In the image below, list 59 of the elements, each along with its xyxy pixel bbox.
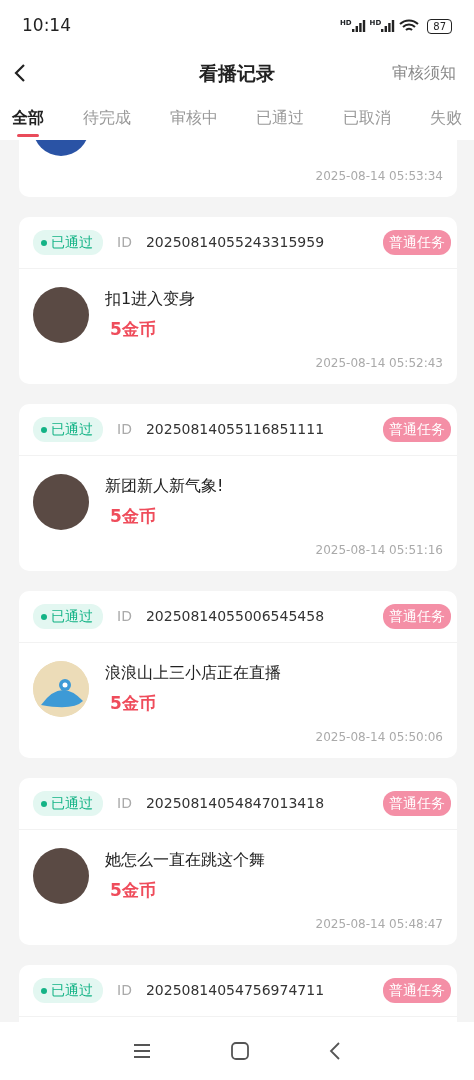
stream-title: 扣1进入变身 (105, 288, 196, 310)
signal-icon (351, 20, 366, 32)
id-label: ID (117, 420, 132, 439)
record-id: 20250814054756974711 (145, 981, 325, 1000)
status-dot-icon (41, 613, 47, 620)
id-label: ID (117, 607, 132, 626)
wifi-icon (399, 19, 420, 33)
filter-tab[interactable]: 待完成 (82, 102, 131, 140)
stream-title: 她怎么一直在跳这个舞 (105, 849, 265, 871)
task-type-tag: 普通任务 (383, 978, 451, 1003)
status-dot-icon (41, 987, 47, 994)
record-time: 2025-08-14 05:53:34 (315, 168, 443, 185)
coin-reward: 5金币 (110, 505, 157, 528)
page-title: 看播记录 (199, 61, 275, 87)
record-id: 20250814055116851111 (145, 420, 325, 439)
cartoon-avatar-icon (33, 661, 89, 717)
status-label: 已通过 (51, 794, 93, 813)
record-id: 20250814055006545458 (145, 607, 325, 626)
avatar-photo-placeholder (33, 474, 89, 530)
filter-tab[interactable]: 审核中 (169, 102, 218, 140)
filter-tab[interactable]: 已通过 (256, 102, 305, 140)
back-icon[interactable] (14, 63, 26, 83)
home-icon[interactable] (231, 1042, 249, 1060)
task-type-tag: 普通任务 (383, 791, 451, 816)
record-time: 2025-08-14 05:48:47 (315, 916, 443, 933)
record-time: 2025-08-14 05:51:16 (315, 542, 443, 559)
filter-tab[interactable]: 已取消 (343, 102, 392, 140)
avatar-photo-placeholder (33, 287, 89, 343)
status-dot-icon (41, 239, 47, 246)
filter-tab[interactable]: 全部 (12, 102, 44, 140)
record-time: 2025-08-14 05:50:06 (315, 729, 443, 746)
record-id: 20250814054847013418 (145, 794, 325, 813)
status-label: 已通过 (51, 981, 93, 1000)
status-label: 已通过 (51, 233, 93, 252)
clock-time: 10:14 (22, 14, 71, 38)
status-dot-icon (41, 800, 47, 807)
coin-reward: 5金币 (110, 318, 157, 341)
battery-indicator: 87 (427, 18, 452, 34)
task-type-tag: 普通任务 (383, 604, 451, 629)
task-type-tag: 普通任务 (383, 230, 451, 255)
stream-title: 新团新人新气象! (105, 475, 224, 497)
record-time: 2025-08-14 05:52:43 (315, 355, 443, 372)
id-label: ID (117, 981, 132, 1000)
id-label: ID (117, 794, 132, 813)
status-label: 已通过 (51, 607, 93, 626)
id-label: ID (117, 233, 132, 252)
menu-icon[interactable] (133, 1044, 151, 1058)
status-dot-icon (41, 426, 47, 433)
review-notice-link[interactable]: 审核须知 (392, 61, 456, 85)
status-label: 已通过 (51, 420, 93, 439)
coin-reward: 5金币 (110, 879, 157, 902)
record-id: 20250814055243315959 (145, 233, 325, 252)
filter-tab[interactable]: 失败 (430, 102, 462, 140)
avatar-photo-placeholder (33, 848, 89, 904)
back-icon[interactable] (329, 1042, 341, 1060)
task-type-tag: 普通任务 (383, 417, 451, 442)
stream-title: 浪浪山上三小店正在直播 (105, 662, 281, 684)
coin-reward: 5金币 (110, 692, 157, 715)
signal-icon (381, 20, 396, 32)
